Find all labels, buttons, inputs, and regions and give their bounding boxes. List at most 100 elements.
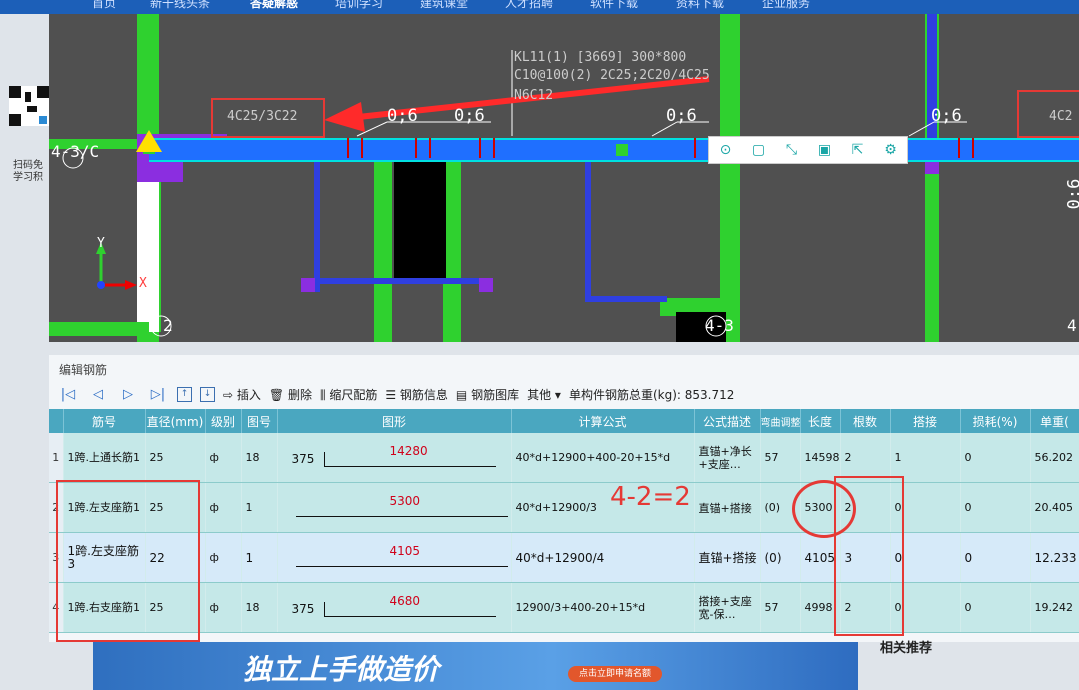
cell-bend[interactable]: (0) xyxy=(760,532,801,583)
move-down-icon[interactable]: ↓ xyxy=(200,386,215,402)
first-record-icon[interactable]: |◁ xyxy=(57,387,79,402)
nav-item[interactable]: 资料下载 xyxy=(676,0,724,11)
cell-grade[interactable]: ф xyxy=(205,433,242,483)
shape-length: 4680 xyxy=(389,593,421,608)
axis-label-43: 4-3 xyxy=(705,316,734,335)
nav-item[interactable]: 培训学习 xyxy=(335,0,383,11)
prev-record-icon[interactable]: ◁ xyxy=(87,387,109,402)
cell-bend[interactable]: 57 xyxy=(760,433,801,483)
expand-icon[interactable]: ⤡ xyxy=(781,142,803,158)
panel-title: 编辑钢筋 xyxy=(59,363,108,377)
cell-shape[interactable]: 4105 xyxy=(277,532,512,583)
rebar-info-button[interactable]: ☰ 钢筋信息 xyxy=(385,386,448,403)
table-header: 筋号 直径(mm) 级别 图号 图形 计算公式 公式描述 弯曲调整 长度 根数 … xyxy=(49,409,1079,433)
coord-x-label: X xyxy=(139,276,147,291)
table-row[interactable]: 1 1跨.上通长筋1 25 ф 18 375 14280 40*d+12900+… xyxy=(49,433,1079,483)
qr-caption: 扫码免 学习积 xyxy=(13,160,43,183)
cell-figure-no[interactable]: 18 xyxy=(241,582,278,633)
cell-bend[interactable]: 57 xyxy=(760,582,801,633)
settings-icon[interactable]: ⚙ xyxy=(880,142,902,158)
cell-description[interactable]: 直锚+搭接 xyxy=(694,532,761,583)
search-icon[interactable]: ⊙ xyxy=(715,142,737,158)
move-up-icon[interactable]: ↑ xyxy=(177,386,192,402)
axis-label-2: 2 xyxy=(163,316,173,335)
export-icon[interactable]: ⇱ xyxy=(847,142,869,158)
cell-grade[interactable]: ф xyxy=(205,482,242,533)
column-header[interactable]: 公式描述 xyxy=(694,409,761,433)
nav-item[interactable]: 企业服务 xyxy=(762,0,810,11)
cad-viewport[interactable]: KL11(1) [3669] 300*800 C10@100(2) 2C25;2… xyxy=(49,14,1079,342)
cell-description[interactable]: 直锚+搭接 xyxy=(694,482,761,533)
rebar-library-button[interactable]: ▤ 钢筋图库 xyxy=(456,386,519,403)
column-header[interactable]: 筋号 xyxy=(63,409,146,433)
nav-item[interactable]: 首页 xyxy=(92,0,116,11)
cell-description[interactable]: 搭接+支座宽-保… xyxy=(694,582,761,633)
column-header[interactable]: 计算公式 xyxy=(511,409,695,433)
cell-unit-weight[interactable]: 19.242 xyxy=(1030,582,1079,633)
next-record-icon[interactable]: ▷ xyxy=(117,387,139,402)
cell-name[interactable]: 1跨.上通长筋1 xyxy=(63,433,146,483)
dim-label: 0;6 xyxy=(666,106,697,126)
annotation-text: 4-2=2 xyxy=(610,482,691,512)
rebar-edit-panel: 编辑钢筋 |◁ ◁ ▷ ▷| ↑ ↓ ⇨ 插入 🗑 删除 ⫼ 缩尺配筋 ☰ 钢筋… xyxy=(49,355,1079,642)
column-header[interactable]: 长度 xyxy=(800,409,841,433)
cell-loss[interactable]: 0 xyxy=(960,582,1031,633)
cell-unit-weight[interactable]: 20.405 xyxy=(1030,482,1079,533)
cell-grade[interactable]: ф xyxy=(205,582,242,633)
delete-button[interactable]: 🗑 删除 xyxy=(269,386,312,403)
dim-label: 0;6 xyxy=(387,106,418,126)
beam-label-line3: N6C12 xyxy=(514,88,554,103)
nav-item[interactable]: 答疑解惑 xyxy=(250,0,298,11)
column-header[interactable]: 直径(mm) xyxy=(145,409,206,433)
cell-description[interactable]: 直锚+净长+支座… xyxy=(694,433,761,483)
cell-loss[interactable]: 0 xyxy=(960,482,1031,533)
cell-shape[interactable]: 375 14280 xyxy=(277,433,512,483)
last-record-icon[interactable]: ▷| xyxy=(147,387,169,402)
cell-formula[interactable]: 12900/3+400-20+15*d xyxy=(511,582,695,633)
dim-label: 0;6 xyxy=(931,106,962,126)
save-icon[interactable]: ▣ xyxy=(814,142,836,158)
beam-label-line2: C10@100(2) 2C25;2C20/4C25 xyxy=(514,68,710,83)
cell-loss[interactable]: 0 xyxy=(960,532,1031,583)
other-dropdown[interactable]: 其他 ▾ xyxy=(527,386,561,403)
annotation-box-left-label xyxy=(211,98,325,138)
cell-shape[interactable]: 375 4680 xyxy=(277,582,512,633)
coord-y-label: Y xyxy=(97,236,105,251)
table-row[interactable]: 2 1跨.左支座筋1 25 ф 1 5300 40*d+12900/3 直锚+搭… xyxy=(49,482,1079,533)
shape-length: 14280 xyxy=(389,443,428,458)
banner-apply-button[interactable]: 点击立即申请名额 xyxy=(568,666,662,682)
rebar-table: 筋号 直径(mm) 级别 图号 图形 计算公式 公式描述 弯曲调整 长度 根数 … xyxy=(49,409,1079,633)
beam-label-line1: KL11(1) [3669] 300*800 xyxy=(514,50,687,65)
annotation-box-right-label xyxy=(1017,90,1079,138)
promo-banner[interactable]: 独立上手做造价 点击立即申请名额 xyxy=(93,642,858,690)
nav-item[interactable]: 新干线头条 xyxy=(150,0,210,11)
cell-unit-weight[interactable]: 56.202 xyxy=(1030,433,1079,483)
table-row[interactable]: 4 1跨.右支座筋1 25 ф 18 375 4680 12900/3+400-… xyxy=(49,582,1079,633)
column-header[interactable]: 图号 xyxy=(241,409,278,433)
table-row-selected[interactable]: 3 1跨.左支座筋3 22 ф 1 4105 40*d+12900/4 直锚+搭… xyxy=(49,532,1079,583)
nav-item[interactable]: 建筑课堂 xyxy=(420,0,468,11)
cell-formula[interactable]: 40*d+12900+400-20+15*d xyxy=(511,433,695,483)
column-header[interactable]: 图形 xyxy=(277,409,512,433)
nav-item[interactable]: 人才招聘 xyxy=(505,0,553,11)
cell-shape[interactable]: 5300 xyxy=(277,482,512,533)
copy-icon[interactable]: ▢ xyxy=(748,142,770,158)
cell-figure-no[interactable]: 1 xyxy=(241,482,278,533)
cell-figure-no[interactable]: 18 xyxy=(241,433,278,483)
column-header[interactable]: 单重( xyxy=(1030,409,1079,433)
cell-grade[interactable]: ф xyxy=(205,532,242,583)
cell-formula[interactable]: 40*d+12900/4 xyxy=(511,532,695,583)
shape-length: 4105 xyxy=(389,543,421,558)
cell-loss[interactable]: 0 xyxy=(960,433,1031,483)
insert-button[interactable]: ⇨ 插入 xyxy=(223,386,261,403)
column-header[interactable]: 根数 xyxy=(840,409,891,433)
cell-diameter[interactable]: 25 xyxy=(145,433,206,483)
scale-rebar-button[interactable]: ⫼ 缩尺配筋 xyxy=(320,386,377,403)
cell-figure-no[interactable]: 1 xyxy=(241,532,278,583)
cell-unit-weight[interactable]: 12.233 xyxy=(1030,532,1079,583)
column-header[interactable]: 弯曲调整 xyxy=(760,409,801,433)
column-header[interactable]: 级别 xyxy=(205,409,242,433)
column-header[interactable]: 搭接 xyxy=(890,409,961,433)
nav-item[interactable]: 软件下载 xyxy=(590,0,638,11)
column-header[interactable]: 损耗(%) xyxy=(960,409,1031,433)
